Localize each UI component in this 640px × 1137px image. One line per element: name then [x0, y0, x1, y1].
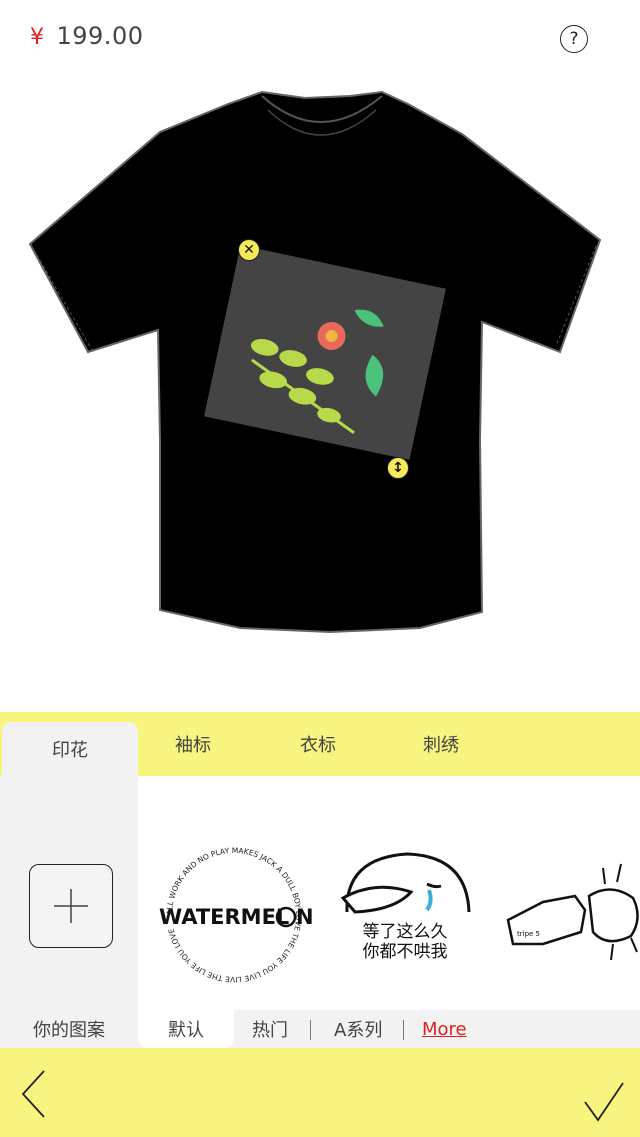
currency-symbol: ¥ [30, 25, 45, 50]
delete-handle[interactable]: ✕ [238, 239, 260, 261]
pattern-thumb-fistbump[interactable]: tripe 5 [503, 840, 640, 990]
crying-face-icon [340, 852, 471, 914]
add-design-button[interactable] [29, 864, 113, 948]
watermelon-word: WATERMEL [159, 905, 289, 929]
category-default[interactable]: 默认 [138, 1010, 234, 1048]
question-icon: ? [569, 29, 579, 49]
price-value: 199.00 [56, 22, 144, 50]
resize-icon: ↕ [392, 460, 404, 476]
category-bar: 默认 热门 A系列 More [138, 1010, 640, 1048]
category-divider [403, 1020, 404, 1040]
checkmark-icon [584, 1082, 624, 1122]
tab-bar: 印花 袖标 衣标 刺绣 [0, 712, 640, 776]
category-divider [310, 1020, 311, 1040]
plus-icon [54, 889, 88, 923]
category-hot[interactable]: 热门 [252, 1010, 288, 1048]
resize-handle[interactable]: ↕ [387, 457, 409, 479]
fist-text: tripe 5 [517, 930, 540, 938]
help-button[interactable]: ? [560, 25, 588, 53]
your-designs-label: 你的图案 [33, 1020, 105, 1041]
back-button[interactable] [18, 1068, 50, 1120]
sticker-text-line1: 等了这么久 [362, 922, 448, 942]
category-a-series[interactable]: A系列 [334, 1010, 382, 1048]
tab-print[interactable]: 印花 [2, 722, 138, 776]
tab-sleeve-label[interactable]: 袖标 [133, 712, 253, 776]
price-display: ¥199.00 [30, 22, 143, 50]
tab-clothing-label[interactable]: 衣标 [258, 712, 378, 776]
close-icon: ✕ [243, 242, 255, 258]
your-designs-column: 你的图案 [0, 776, 138, 1048]
confirm-button[interactable] [582, 1080, 626, 1124]
pattern-thumb-sticker[interactable]: 等了这么久 你都不哄我 [335, 840, 475, 990]
pattern-content: 你的图案 ALL WORK AND NO PLAY MAKES JACK A D… [0, 776, 640, 1048]
design-panel: 印花 袖标 衣标 刺绣 你的图案 ALL WORK AND NO PLAY MA… [0, 712, 640, 1137]
chevron-left-icon [21, 1070, 45, 1118]
category-more[interactable]: More [422, 1010, 467, 1048]
watermelon-word-end: N [296, 905, 313, 929]
sticker-text-line2: 你都不哄我 [362, 942, 448, 962]
pattern-thumb-watermelon[interactable]: ALL WORK AND NO PLAY MAKES JACK A DULL B… [155, 840, 313, 990]
bottom-action-bar [0, 1050, 640, 1137]
tab-embroidery[interactable]: 刺绣 [381, 712, 501, 776]
